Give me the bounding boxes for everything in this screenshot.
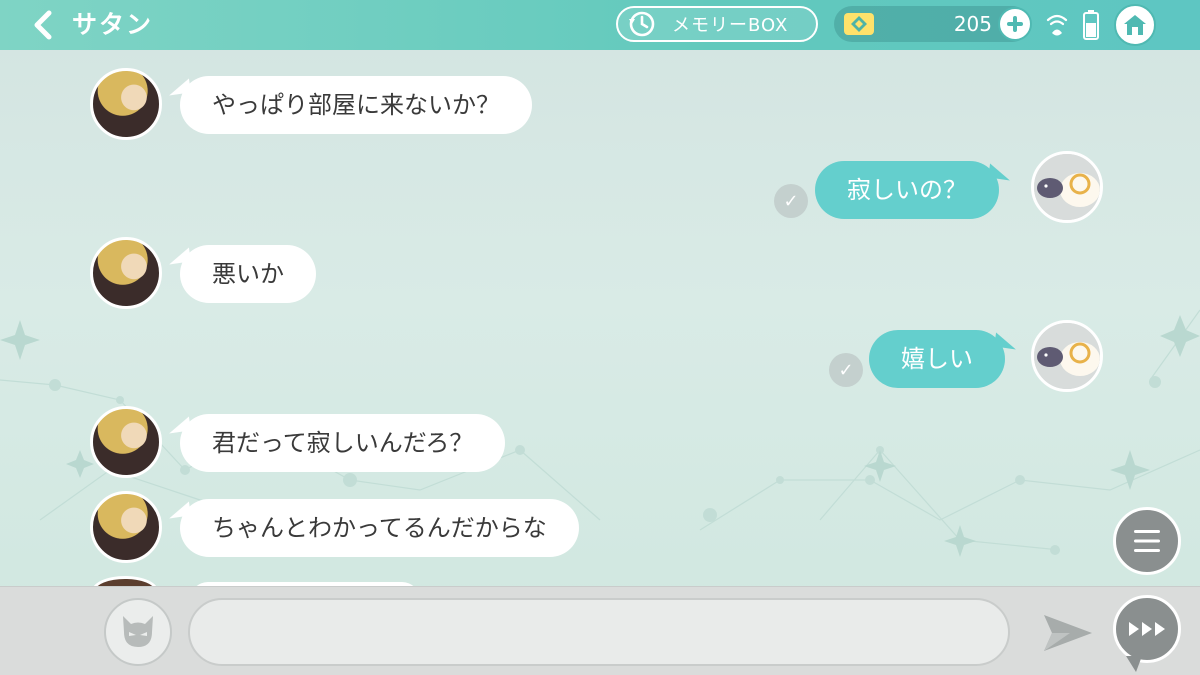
read-check-icon: ✓ [774, 184, 808, 218]
memory-box-button[interactable]: メモリーBOX [616, 6, 818, 42]
read-check-icon: ✓ [829, 353, 863, 387]
npc-avatar[interactable] [90, 68, 162, 140]
fast-forward-icon [1129, 622, 1165, 636]
chat-title: サタン [72, 10, 154, 39]
player-message-bubble: 寂しいの？ [815, 161, 999, 219]
home-icon [1124, 15, 1146, 35]
menu-button[interactable] [1113, 507, 1181, 575]
plus-icon [1007, 16, 1023, 32]
npc-message-bubble: やっぱり部屋に来ないか？ [180, 76, 532, 134]
player-message-bubble: 嬉しい [869, 330, 1005, 388]
history-clock-icon [629, 11, 655, 37]
npc-avatar[interactable] [90, 237, 162, 309]
hamburger-menu-icon [1134, 530, 1160, 552]
player-avatar[interactable] [1031, 320, 1103, 392]
npc-message-bubble: ちゃんとわかってるんだからな [180, 499, 579, 557]
home-button[interactable] [1114, 4, 1156, 46]
input-bar [0, 586, 1200, 675]
sheep-icon [1034, 154, 1100, 220]
currency-amount: 205 [953, 12, 992, 36]
back-button[interactable] [28, 8, 58, 42]
gem-icon [844, 13, 874, 35]
npc-message-bubble: 君だって寂しいんだろ？ [180, 414, 506, 472]
wifi-signal-icon [1046, 14, 1068, 36]
send-arrow-icon[interactable] [1040, 611, 1096, 655]
battery-icon [1083, 10, 1099, 40]
npc-avatar[interactable] [90, 491, 162, 563]
memory-box-label: メモリーBOX [672, 15, 789, 36]
sheep-icon [1034, 323, 1100, 389]
stamp-button[interactable] [104, 598, 172, 666]
chat-area[interactable]: やっぱり部屋に来ないか？ ✓ 寂しいの？ 悪いか ✓ 嬉しい 君だって寂しいんだ… [0, 50, 1200, 586]
add-currency-button[interactable] [998, 7, 1032, 41]
demon-face-icon [123, 616, 153, 647]
chevron-left-icon [34, 10, 52, 40]
npc-message-bubble: 悪いか [180, 245, 316, 303]
header-bar: サタン メモリーBOX 205 [0, 0, 1200, 50]
npc-avatar[interactable] [90, 406, 162, 478]
skip-button[interactable] [1113, 595, 1181, 672]
player-avatar[interactable] [1031, 151, 1103, 223]
message-input[interactable] [188, 598, 1010, 666]
